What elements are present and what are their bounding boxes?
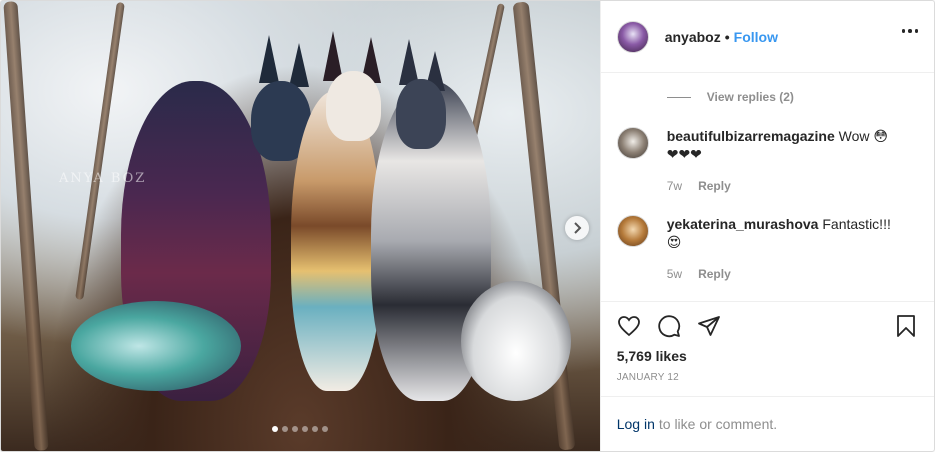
comment-item: yekaterina_murashova Fantastic!!! 😍 5w R… [616,215,918,283]
figure-head [396,79,446,149]
carousel-dot [282,426,289,432]
comment-text: Wow 😳 [838,128,888,144]
more-dot-icon [901,29,905,33]
chevron-right-icon [574,222,582,234]
replies-line [666,96,691,98]
more-options-button[interactable] [901,29,918,33]
reply-button[interactable]: Reply [698,177,731,195]
separator-dot: • [724,28,730,45]
post-card: ANYA BOZ anyaboz • Follow View replies (… [0,0,935,452]
carousel-dots [1,426,600,432]
comment-body: beautifulbizarremagazine Wow 😳 ❤❤❤ 7w Re… [667,127,888,195]
comment-text: 😍 [666,234,682,250]
carousel-dot [312,426,319,432]
post-photo[interactable]: ANYA BOZ [1,1,600,451]
comment-age: 5w [666,267,683,281]
login-prompt: Log in to like or comment. [600,396,934,451]
carousel-dot [322,426,329,432]
comment-age: 7w [666,179,683,193]
follow-button[interactable]: Follow [734,29,778,45]
action-icons [617,302,918,350]
figure-teal-tail [71,301,241,391]
avatar[interactable] [616,215,649,247]
figure-ear [399,39,419,85]
more-dot-icon [914,29,918,33]
comment-username[interactable]: yekaterina_murashova [667,216,819,232]
bookmark-icon [897,315,915,337]
comments-list: View replies (2) beautifulbizarremagazin… [601,74,934,301]
reply-button[interactable]: Reply [698,265,731,283]
view-replies-label: View replies (2) [706,90,794,104]
username[interactable]: anyaboz [665,29,721,45]
comment-text: Fantastic!!! [822,216,891,232]
tree-trunk [3,1,49,451]
figure-white-tail [461,281,571,401]
comment-meta: 7w Reply [667,177,888,195]
post-header: anyaboz • Follow [600,1,934,73]
comment-username[interactable]: beautifulbizarremagazine [667,128,835,144]
more-dot-icon [908,29,912,33]
avatar[interactable] [616,127,649,159]
save-button[interactable] [894,314,918,338]
figure-ear [259,35,279,83]
figure-ear [289,43,309,87]
tree-branch [75,1,125,301]
photo-watermark: ANYA BOZ [59,171,147,186]
carousel-dot [302,426,309,432]
likes-count[interactable]: 5,769 likes [617,348,918,364]
figure-head [326,71,381,141]
comment-meta: 5w Reply [667,265,891,283]
comment-icon [658,315,680,338]
share-button[interactable] [697,314,721,338]
comment-item: beautifulbizarremagazine Wow 😳 ❤❤❤ 7w Re… [616,127,918,195]
post-actions: 5,769 likes JANUARY 12 [600,301,934,383]
login-link[interactable]: Log in [617,416,655,432]
heart-icon [617,316,640,337]
comment-button[interactable] [657,314,681,338]
post-side-panel: anyaboz • Follow View replies (2) beauti… [599,1,934,451]
comment-body: yekaterina_murashova Fantastic!!! 😍 5w R… [667,215,891,283]
carousel-dot [272,426,279,432]
like-button[interactable] [617,314,641,338]
comment-text: ❤❤❤ [666,146,702,162]
post-date[interactable]: JANUARY 12 [617,372,918,383]
view-replies-button[interactable]: View replies (2) [666,90,794,104]
login-prompt-text: to like or comment. [658,416,778,432]
send-icon [697,316,720,336]
carousel-next-button[interactable] [565,216,589,240]
avatar[interactable] [616,20,649,53]
carousel-dot [292,426,299,432]
